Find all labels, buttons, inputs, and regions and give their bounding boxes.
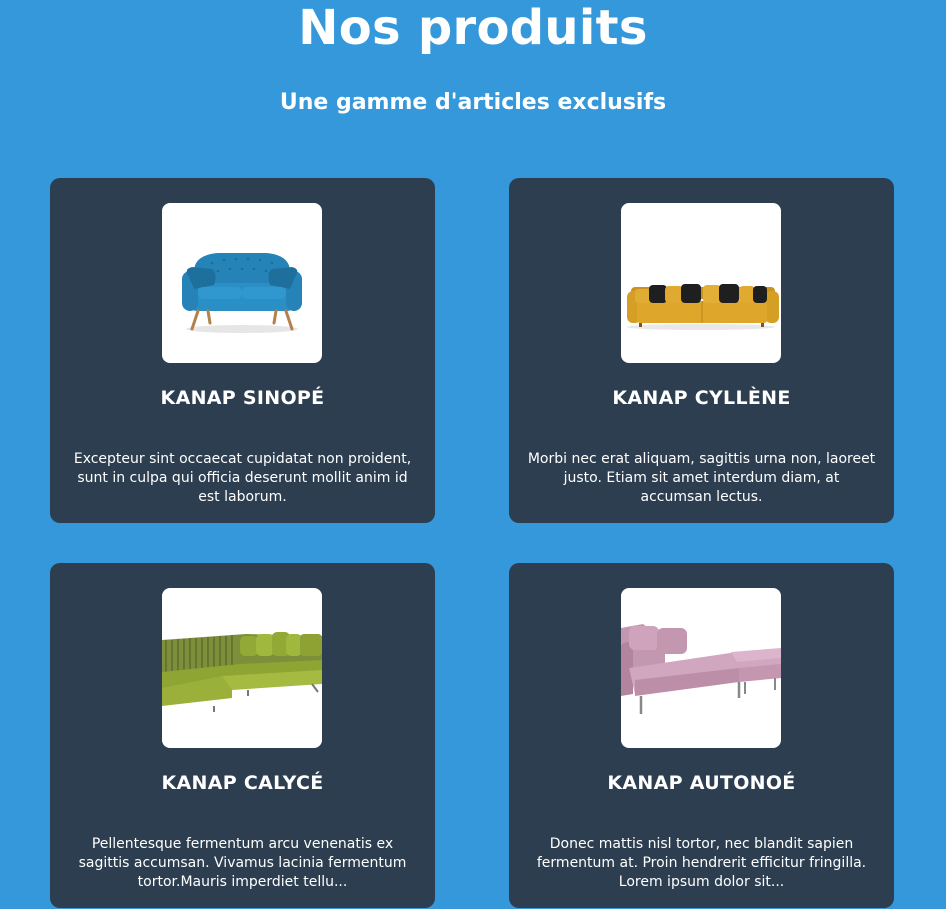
- blue-sofa-image: [162, 203, 322, 363]
- product-name: KANAP AUTONOÉ: [607, 772, 796, 794]
- product-name: KANAP SINOPÉ: [160, 387, 325, 409]
- product-description: Donec mattis nisl tortor, nec blandit sa…: [536, 836, 867, 890]
- product-card-kanap-calyce[interactable]: KANAP CALYCÉ Pellentesque fermentum arcu…: [50, 563, 435, 908]
- product-description: Morbi nec erat aliquam, sagittis urna no…: [527, 451, 876, 505]
- pink-sofa-image: [621, 588, 781, 748]
- yellow-sofa-image: [621, 203, 781, 363]
- product-name: KANAP CYLLÈNE: [612, 387, 791, 409]
- page-title: Nos produits: [298, 0, 648, 56]
- green-sofa-image: [162, 588, 322, 748]
- product-card-kanap-autonoe[interactable]: KANAP AUTONOÉ Donec mattis nisl tortor, …: [509, 563, 894, 908]
- product-card-kanap-sinope[interactable]: KANAP SINOPÉ Excepteur sint occaecat cup…: [50, 178, 435, 523]
- product-description: Excepteur sint occaecat cupidatat non pr…: [73, 451, 412, 505]
- page-subtitle: Une gamme d'articles exclusifs: [279, 90, 667, 115]
- product-card-kanap-cyllene[interactable]: KANAP CYLLÈNE Morbi nec erat aliquam, sa…: [509, 178, 894, 523]
- product-name: KANAP CALYCÉ: [161, 772, 324, 794]
- product-description: Pellentesque fermentum arcu venenatis ex…: [78, 836, 407, 890]
